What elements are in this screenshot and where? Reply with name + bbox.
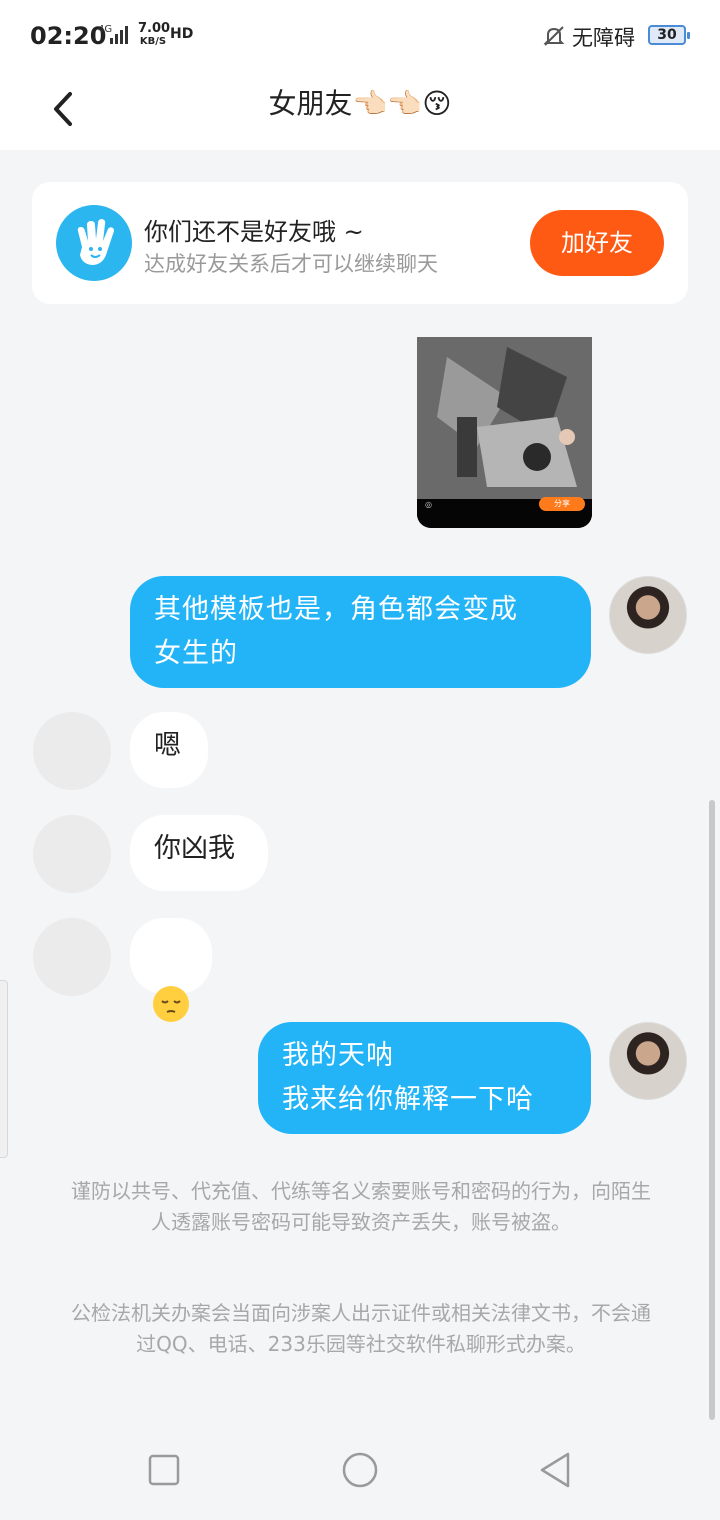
- recent-apps-icon[interactable]: [144, 1450, 184, 1490]
- battery-icon: 30: [648, 25, 690, 45]
- contact-avatar[interactable]: [33, 712, 111, 790]
- accessibility-label: 无障碍: [572, 26, 635, 50]
- hand-avatar: [56, 205, 132, 281]
- shared-image: [417, 337, 592, 499]
- my-avatar[interactable]: [609, 1022, 687, 1100]
- pensive-face-emoji-icon: [153, 985, 189, 1022]
- outgoing-message[interactable]: 其他模板也是，角色都会变成 女生的: [130, 576, 591, 688]
- navigation-bar: [0, 1420, 720, 1520]
- outgoing-message[interactable]: 我的天呐 我来给你解释一下哈: [258, 1022, 591, 1134]
- side-handle[interactable]: [0, 980, 8, 1158]
- incoming-message[interactable]: 你凶我: [130, 815, 268, 891]
- police-notice: 公检法机关办案会当面向涉案人出示证件或相关法律文书，不会通过QQ、电话、233乐…: [71, 1301, 651, 1356]
- add-friend-card: 你们还不是好友哦 ~ 达成好友关系后才可以继续聊天 加好友: [32, 182, 688, 304]
- incoming-message[interactable]: [130, 918, 212, 1022]
- security-notice: 谨防以共号、代充值、代练等名义索要账号和密码的行为，向陌生人透露账号密码可能导致…: [71, 1179, 651, 1234]
- image-message[interactable]: ◎ 分享: [417, 337, 592, 528]
- status-bar: 02:20 4G 7.00 KB/S HD 无障碍 30: [0, 0, 720, 72]
- scrollbar[interactable]: [709, 800, 715, 1420]
- status-time: 02:20: [30, 22, 107, 50]
- speed-unit: KB/S: [139, 36, 167, 47]
- not-friends-subtitle: 达成好友关系后才可以继续聊天: [144, 252, 438, 276]
- share-button[interactable]: 分享: [539, 497, 585, 511]
- contact-avatar[interactable]: [33, 918, 111, 996]
- my-avatar[interactable]: [609, 576, 687, 654]
- signal-icon: [110, 26, 128, 44]
- chat-header: 女朋友👈🏻👈🏻😚: [0, 72, 720, 150]
- network-speed: 7.00 KB/S: [138, 21, 171, 48]
- speed-value: 7.00: [138, 21, 171, 36]
- waving-hand-icon: [77, 219, 114, 265]
- hd-icon: HD: [170, 26, 194, 42]
- contact-avatar[interactable]: [33, 815, 111, 893]
- home-icon[interactable]: [340, 1450, 380, 1490]
- image-logo-icon: ◎: [425, 500, 432, 509]
- back-nav-icon[interactable]: [536, 1450, 576, 1490]
- not-friends-title: 你们还不是好友哦 ~: [144, 218, 364, 246]
- chat-title: 女朋友👈🏻👈🏻😚: [268, 87, 452, 120]
- add-friend-button[interactable]: 加好友: [530, 210, 664, 276]
- bell-muted-icon: [543, 26, 565, 46]
- incoming-message[interactable]: 嗯: [130, 712, 208, 788]
